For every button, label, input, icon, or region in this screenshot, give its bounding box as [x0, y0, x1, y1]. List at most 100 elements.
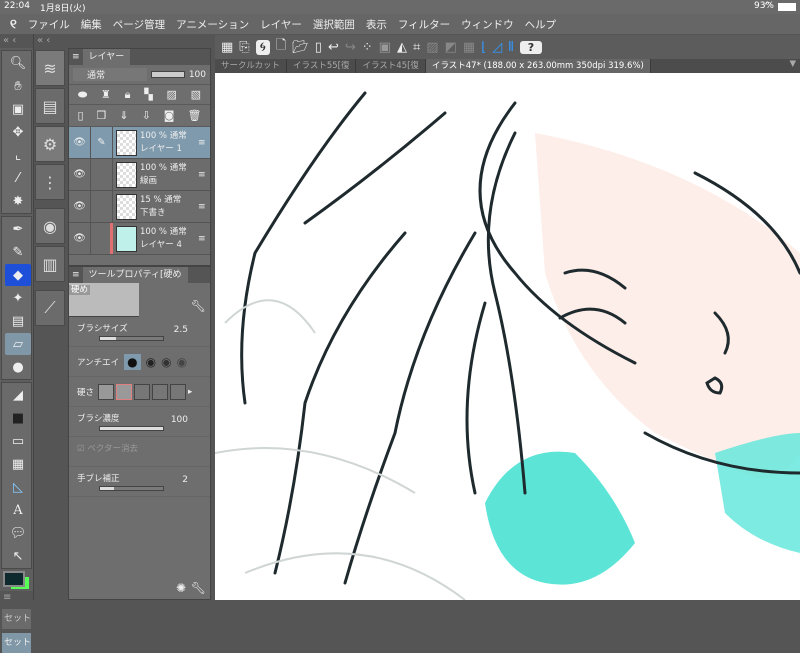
panel-menu-icon[interactable]: ≡	[72, 52, 80, 62]
set-button-2[interactable]: セット	[2, 633, 31, 653]
ruler-tool-icon[interactable]: ◺	[5, 476, 31, 498]
new-raster-layer-icon[interactable]: ▯	[77, 109, 83, 122]
menu-animation[interactable]: アニメーション	[176, 17, 249, 32]
antialias-medium[interactable]: ◉	[161, 355, 171, 369]
operation-tool-icon[interactable]: ▣	[5, 98, 31, 120]
tool-property-icon[interactable]: ⚙︎	[35, 126, 65, 162]
panel-menu-icon[interactable]: ≡	[72, 270, 80, 280]
menu-page[interactable]: ページ管理	[113, 17, 165, 32]
gradient-tool-icon[interactable]: ■	[5, 407, 31, 429]
mask-icon[interactable]: ▨	[166, 88, 176, 101]
tab-dropdown-icon[interactable]: ▼	[789, 59, 800, 73]
undo-icon[interactable]: ↩	[328, 40, 339, 55]
layer-search-icon[interactable]: ⋮	[35, 164, 65, 200]
hardness-2[interactable]	[116, 383, 133, 400]
blend-mode-select[interactable]: 通常	[73, 68, 147, 81]
grid-icon[interactable]: ▦	[221, 40, 233, 55]
snap-ruler-icon[interactable]: ⌊	[481, 40, 486, 55]
clear-outside-icon[interactable]: ▣	[379, 40, 391, 55]
tab-document[interactable]: イラスト45[復	[356, 59, 426, 73]
import-icon[interactable]: ⎘	[239, 40, 249, 55]
hardness-3[interactable]	[134, 383, 151, 400]
layer-menu-icon[interactable]: ≡	[198, 159, 210, 190]
antialias-weak[interactable]: ◉	[146, 355, 156, 369]
pencil-tool-icon[interactable]: ✎	[5, 241, 31, 263]
eye-icon[interactable]: 👁︎	[69, 127, 91, 158]
layer-menu-icon[interactable]: ≡	[198, 223, 210, 254]
collapse-icon[interactable]: « ‹	[34, 34, 67, 48]
selection-tool-icon[interactable]: ⌞	[5, 144, 31, 166]
antialias-strong[interactable]: ◉	[177, 355, 187, 369]
layer-property-icon[interactable]: ▤	[35, 88, 65, 124]
vector-erase-checkbox[interactable]: ☑	[77, 444, 87, 454]
shape-tool-icon[interactable]: ▭	[5, 430, 31, 452]
snap-special-ruler-icon[interactable]: ◿	[492, 40, 502, 55]
density-value[interactable]: 100	[171, 415, 188, 425]
color-swatch[interactable]	[3, 571, 25, 587]
layer-row[interactable]: 👁︎ 100 % 通常 線画 ≡	[69, 159, 210, 191]
crop-icon[interactable]: ▦	[463, 40, 475, 55]
layer-row[interactable]: 👁︎ 15 % 通常 下書き ≡	[69, 191, 210, 223]
clear-icon[interactable]: ⁘	[362, 40, 373, 55]
antialias-none[interactable]: ●	[124, 353, 141, 370]
reset-icon[interactable]: ✺	[176, 581, 186, 595]
reference-layer-icon[interactable]: ♜	[101, 88, 111, 101]
spiral-icon[interactable]: 🌀︎	[255, 39, 270, 55]
settings-wrench-icon[interactable]: 🔧︎	[191, 581, 206, 595]
move-layer-icon[interactable]: ✥	[5, 121, 31, 143]
auto-select-icon[interactable]: ✸	[5, 190, 31, 212]
stabilization-slider[interactable]	[99, 486, 164, 491]
menu-help[interactable]: ヘルプ	[525, 17, 557, 32]
collapse-icon[interactable]: « ‹	[0, 34, 33, 48]
layer-row[interactable]: 👁︎ 100 % 通常 レイヤー 4 ≡	[69, 223, 210, 255]
ruler-visibility-icon[interactable]: ▧	[191, 88, 201, 101]
eye-icon[interactable]: 👁︎	[69, 191, 91, 222]
hardness-5[interactable]	[170, 383, 187, 400]
brush-tool-icon[interactable]: ◆	[5, 264, 31, 286]
lock-icon[interactable]: 🔒︎	[125, 88, 131, 102]
frame-tool-icon[interactable]: ▦	[5, 453, 31, 475]
airbrush-icon[interactable]: ✦	[5, 287, 31, 309]
decoration-icon[interactable]: ▤	[5, 310, 31, 332]
hide-selection-icon[interactable]: ▨	[426, 40, 438, 55]
hand-tool-icon[interactable]: ✋︎	[5, 75, 31, 97]
hardness-1[interactable]	[98, 383, 115, 400]
correct-line-icon[interactable]: ↖	[5, 545, 31, 567]
menu-filter[interactable]: フィルター	[398, 17, 450, 32]
tab-document-active[interactable]: イラスト47* (188.00 x 263.00mm 350dpi 319.6%…	[425, 59, 651, 73]
eyedropper-icon[interactable]: ⁄	[5, 167, 31, 189]
blend-tool-icon[interactable]: ●	[5, 356, 31, 378]
open-icon[interactable]: 📂︎	[292, 40, 309, 55]
layer-palette-icon[interactable]: ≋	[35, 50, 65, 86]
pen-tool-icon[interactable]: ✒︎	[5, 218, 31, 240]
brush-size-icon[interactable]: ⟋	[35, 290, 65, 326]
animation-icon[interactable]: ▥	[35, 246, 65, 282]
menu-file[interactable]: ファイル	[28, 17, 70, 32]
new-file-icon[interactable]: 🗋︎	[276, 36, 286, 58]
brush-size-value[interactable]: 2.5	[174, 325, 188, 335]
tab-tool-property[interactable]: ツールプロパティ[硬め	[82, 267, 188, 283]
transform-icon[interactable]: ⌗	[413, 40, 420, 55]
transfer-down-icon[interactable]: ⇩	[142, 109, 151, 122]
zoom-tool-icon[interactable]: 🔍︎	[5, 52, 31, 74]
drawing-canvas[interactable]	[215, 73, 800, 600]
opacity-slider[interactable]	[150, 71, 185, 78]
app-logo-icon[interactable]: ୧	[10, 17, 17, 32]
layer-row[interactable]: 👁︎ ✎ 100 % 通常 レイヤー 1 ≡	[69, 127, 210, 159]
brush-size-slider[interactable]	[99, 336, 164, 341]
layer-menu-icon[interactable]: ≡	[198, 127, 210, 158]
play-icon[interactable]: ▸	[188, 387, 192, 397]
layer-menu-icon[interactable]: ≡	[198, 191, 210, 222]
eye-icon[interactable]: 👁︎	[69, 223, 91, 254]
snap-grid-icon[interactable]: ⫴	[508, 40, 513, 55]
balloon-tool-icon[interactable]: 💬︎	[5, 522, 31, 544]
clipping-icon[interactable]: ⬬	[78, 88, 87, 102]
eye-icon[interactable]: 👁︎	[69, 159, 91, 190]
tab-document[interactable]: サークルカット	[215, 59, 287, 73]
menu-layer[interactable]: レイヤー	[260, 17, 302, 32]
eraser-tool-icon[interactable]: ▱	[5, 333, 31, 355]
redo-icon[interactable]: ↪	[345, 40, 356, 55]
hardness-4[interactable]	[152, 383, 169, 400]
panel-menu-icon[interactable]: ≡	[0, 591, 33, 605]
menu-selection[interactable]: 選択範囲	[313, 17, 355, 32]
